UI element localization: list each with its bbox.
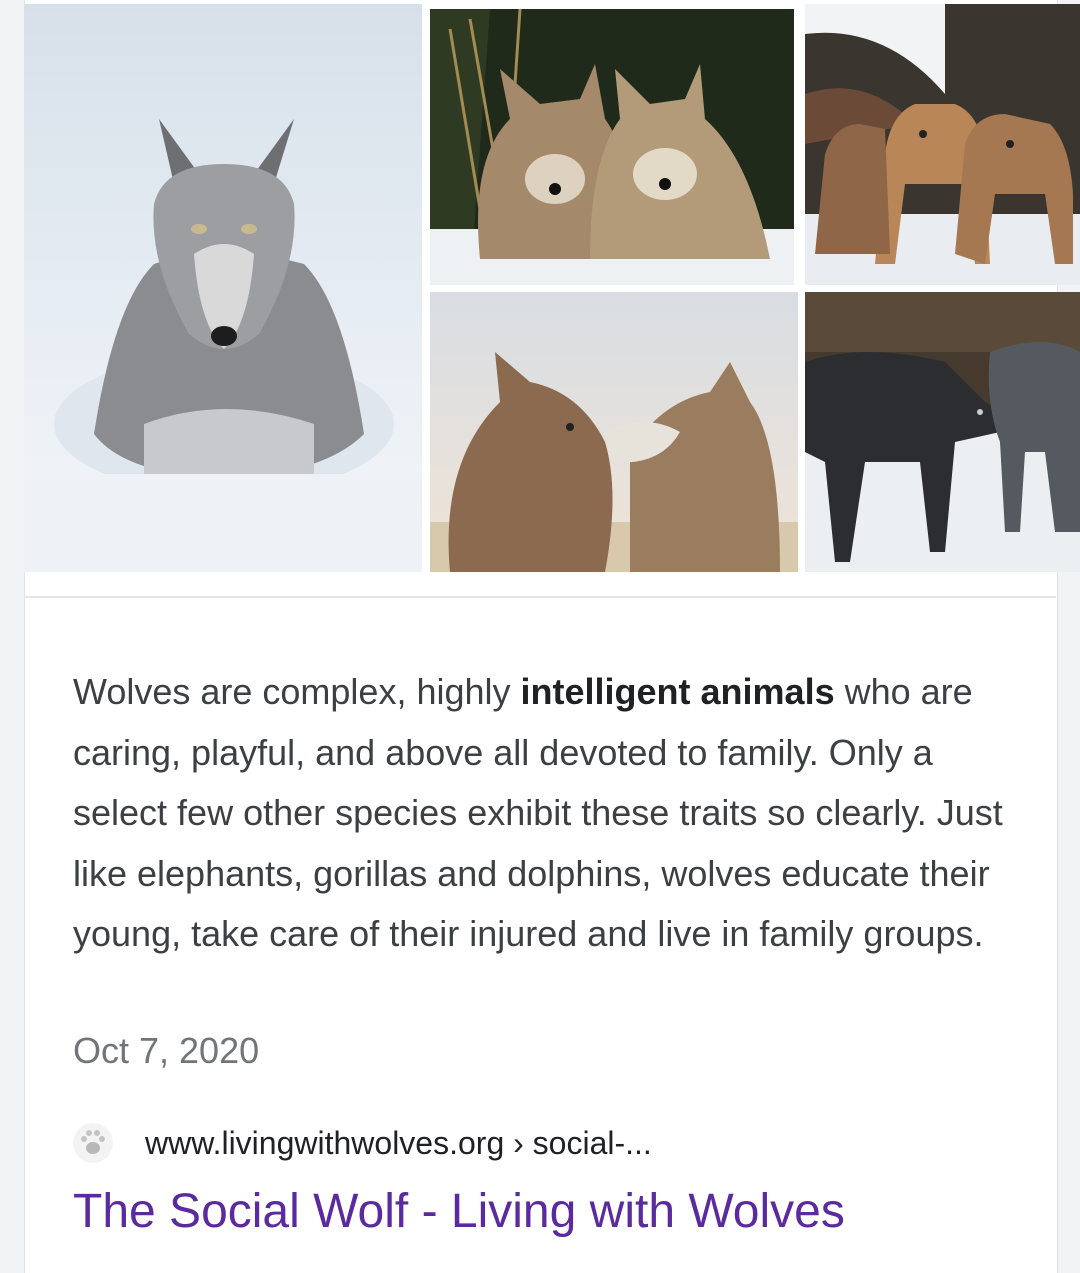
snippet-text-after: who are caring, playful, and above all d… — [73, 671, 1003, 954]
snippet-bold-phrase: intelligent animals — [520, 671, 835, 712]
wolf-image-dark[interactable] — [805, 292, 1080, 572]
snippet-text-before: Wolves are complex, highly — [73, 671, 521, 712]
source-url[interactable]: www.livingwithwolves.org › social-... — [145, 1125, 652, 1162]
result-title-link[interactable]: The Social Wolf - Living with Wolves — [73, 1184, 845, 1239]
wolf-image-main[interactable] — [24, 4, 422, 572]
wolf-image-pack[interactable] — [805, 4, 1080, 285]
wolf-image-greeting[interactable] — [430, 292, 798, 572]
section-divider — [24, 596, 1056, 598]
paw-print-icon — [73, 1123, 113, 1163]
wolf-image-pair[interactable] — [430, 9, 794, 285]
source-row[interactable]: www.livingwithwolves.org › social-... — [73, 1118, 652, 1168]
snippet-date: Oct 7, 2020 — [73, 1030, 260, 1071]
featured-snippet-text: Wolves are complex, highly intelligent a… — [73, 662, 1023, 965]
